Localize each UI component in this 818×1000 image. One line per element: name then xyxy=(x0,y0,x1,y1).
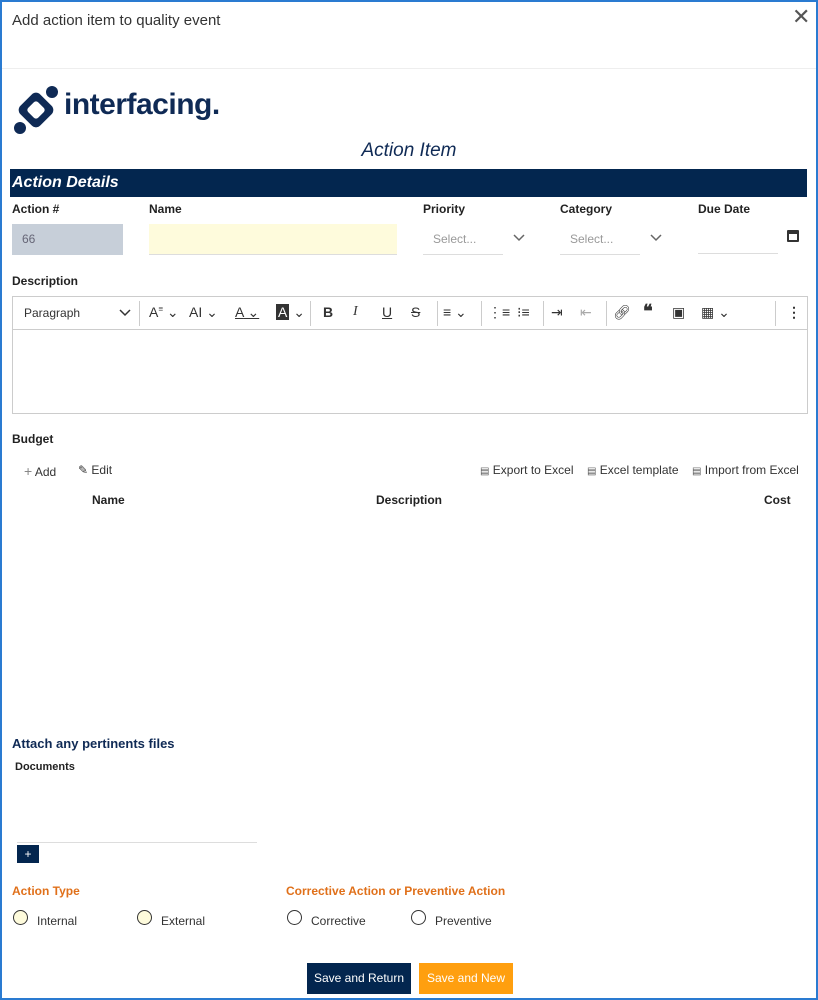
numbered-list-icon[interactable]: ⋮≡ xyxy=(488,304,510,321)
export-excel-button[interactable]: ▤ Export to Excel xyxy=(480,463,574,477)
radio-corrective[interactable] xyxy=(287,910,302,925)
underline-button[interactable]: U xyxy=(382,304,392,320)
action-number-field: 66 xyxy=(12,224,123,255)
logo-text: interfacing. xyxy=(64,88,220,121)
category-placeholder: Select... xyxy=(570,232,614,246)
preventive-label: Preventive xyxy=(435,914,492,928)
strikethrough-button[interactable]: S xyxy=(411,304,420,320)
calendar-icon[interactable] xyxy=(787,230,799,242)
action-type-label: Action Type xyxy=(12,884,80,898)
image-icon[interactable]: ▣ xyxy=(672,304,685,321)
export-label: Export to Excel xyxy=(492,463,574,477)
bulleted-list-icon[interactable]: ⁝≡ xyxy=(517,304,530,321)
more-options-icon[interactable]: ⋮ xyxy=(787,304,801,321)
action-number-label: Action # xyxy=(12,202,60,216)
excel-file-icon: ▤ xyxy=(692,466,702,477)
rich-text-toolbar: Paragraph A≡ ⌄ AI ⌄ A ⌄ A ⌄ B I U S ≡ ⌄ … xyxy=(12,296,808,330)
add-button[interactable]: + Add xyxy=(24,463,56,479)
chevron-down-icon xyxy=(513,234,525,242)
documents-divider xyxy=(17,842,257,843)
font-size-button[interactable]: A≡ ⌄ xyxy=(149,304,179,321)
cap-label: Corrective Action or Preventive Action xyxy=(286,884,506,898)
external-label: External xyxy=(161,914,206,928)
logo-icon xyxy=(14,86,58,134)
description-editor[interactable] xyxy=(12,330,808,414)
toolbar-separator xyxy=(606,301,607,326)
link-icon[interactable]: 🔗︎ xyxy=(613,304,631,321)
font-color-button[interactable]: A ⌄ xyxy=(235,304,259,321)
chevron-down-icon xyxy=(650,234,662,242)
excel-file-icon: ▤ xyxy=(587,466,597,477)
attachments-title: Attach any pertinents files xyxy=(12,736,175,751)
radio-preventive[interactable] xyxy=(411,910,426,925)
outdent-icon[interactable]: ⇤ xyxy=(580,304,592,321)
add-document-button[interactable]: + xyxy=(17,845,39,863)
plus-icon: + xyxy=(24,463,33,479)
toolbar-separator xyxy=(543,301,544,326)
header-divider xyxy=(2,68,816,69)
font-family-button[interactable]: AI ⌄ xyxy=(189,304,218,321)
indent-icon[interactable]: ⇥ xyxy=(551,304,563,321)
internal-label: Internal xyxy=(37,914,78,928)
due-date-label: Due Date xyxy=(698,202,751,216)
column-header-cost[interactable]: Cost xyxy=(764,493,791,507)
category-label: Category xyxy=(560,202,613,216)
priority-placeholder: Select... xyxy=(433,232,477,246)
highlight-button[interactable]: A ⌄ xyxy=(276,304,305,321)
chevron-down-icon xyxy=(119,309,131,317)
dialog-title: Add action item to quality event xyxy=(12,12,221,29)
table-icon: ▦ xyxy=(701,304,715,320)
close-icon[interactable]: ✕ xyxy=(792,6,810,28)
align-button[interactable]: ≡ ⌄ xyxy=(443,304,467,321)
bold-button[interactable]: B xyxy=(323,304,333,320)
form-title: Action Item xyxy=(361,140,457,161)
italic-button[interactable]: I xyxy=(353,304,358,320)
budget-label: Budget xyxy=(12,432,54,446)
edit-button[interactable]: ✎ Edit xyxy=(78,463,112,477)
align-left-icon: ≡ xyxy=(443,304,452,320)
radio-internal[interactable] xyxy=(13,910,28,925)
toolbar-separator xyxy=(775,301,776,326)
save-and-new-button[interactable]: Save and New xyxy=(419,963,513,994)
description-label: Description xyxy=(12,274,79,288)
import-excel-button[interactable]: ▤ Import from Excel xyxy=(692,463,799,477)
edit-label: Edit xyxy=(91,463,113,477)
name-label: Name xyxy=(149,202,182,216)
toolbar-separator xyxy=(139,301,140,326)
blockquote-icon[interactable]: ❝ xyxy=(643,301,653,322)
radio-external[interactable] xyxy=(137,910,152,925)
add-label: Add xyxy=(34,465,57,479)
category-select[interactable]: Select... xyxy=(560,224,662,255)
section-header-action-details: Action Details xyxy=(10,169,807,197)
toolbar-separator xyxy=(437,301,438,326)
save-and-return-button[interactable]: Save and Return xyxy=(307,963,411,994)
table-button[interactable]: ▦ ⌄ xyxy=(701,304,730,321)
column-header-description[interactable]: Description xyxy=(376,493,442,507)
dialog: Add action item to quality event ✕ inter… xyxy=(0,0,818,1000)
paragraph-select[interactable]: Paragraph xyxy=(24,306,80,320)
name-field[interactable] xyxy=(149,224,397,255)
font-family-icon: AI xyxy=(189,304,203,320)
priority-label: Priority xyxy=(423,202,466,216)
priority-select[interactable]: Select... xyxy=(423,224,525,255)
edit-icon: ✎ xyxy=(78,463,89,477)
toolbar-separator xyxy=(481,301,482,326)
template-label: Excel template xyxy=(599,463,679,477)
toolbar-separator xyxy=(310,301,311,326)
corrective-label: Corrective xyxy=(311,914,366,928)
font-size-icon: A xyxy=(149,304,159,320)
plus-icon: + xyxy=(24,847,32,861)
due-date-field[interactable] xyxy=(698,224,778,254)
font-color-icon: A xyxy=(235,304,244,320)
highlight-icon: A xyxy=(276,304,290,320)
import-label: Import from Excel xyxy=(704,463,799,477)
documents-label: Documents xyxy=(15,761,75,773)
column-header-name[interactable]: Name xyxy=(92,493,125,507)
excel-template-button[interactable]: ▤ Excel template xyxy=(587,463,679,477)
excel-file-icon: ▤ xyxy=(480,466,490,477)
